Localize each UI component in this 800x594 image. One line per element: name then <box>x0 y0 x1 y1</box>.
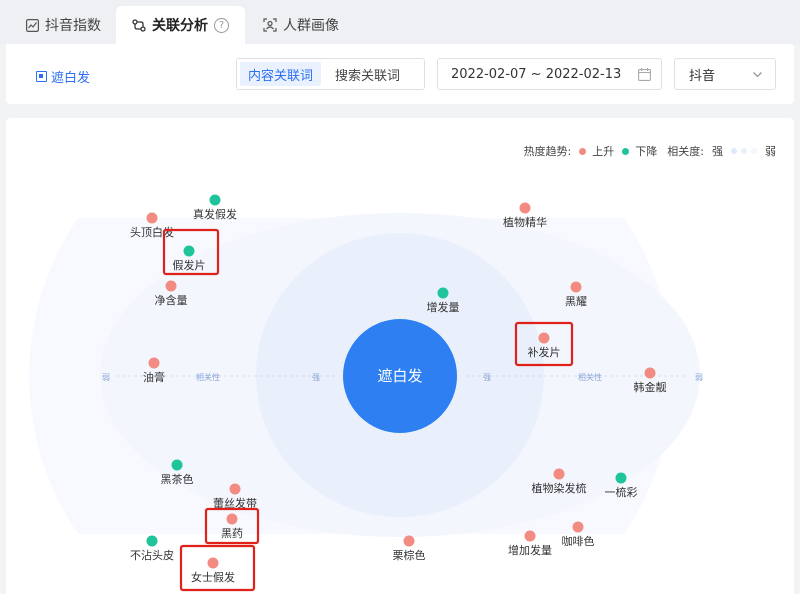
fall-dot-icon <box>171 459 183 471</box>
relation-graph-panel: 热度趋势: 上升 下降 相关度: 强 弱 弱 相关性 强 强 相关性 弱 遮白发… <box>6 118 794 594</box>
keyword-node-label: 植物精华 <box>503 215 547 229</box>
keyword-node-label: 增发量 <box>427 300 460 314</box>
tab-relation-analysis[interactable]: 关联分析 ? <box>116 6 245 44</box>
user-scan-icon <box>263 18 277 32</box>
rise-dot-icon <box>226 513 238 525</box>
keyword-node-label: 不沾头皮 <box>130 548 174 562</box>
axis-strong-left: 强 <box>312 373 320 382</box>
tab-bar: 抖音指数 关联分析 ? 人群画像 <box>0 0 800 44</box>
center-label: 遮白发 <box>377 367 422 385</box>
content-related-words-button[interactable]: 内容关联词 <box>240 62 322 86</box>
checkbox-icon <box>36 71 47 82</box>
keyword-node-label: 头顶白发 <box>130 225 174 239</box>
platform-select[interactable]: 抖音 <box>674 58 776 90</box>
fall-dot-icon <box>146 535 158 547</box>
help-icon[interactable]: ? <box>214 17 229 33</box>
keyword-node[interactable]: 植物精华 <box>503 202 547 230</box>
rise-dot-icon <box>148 357 160 369</box>
keyword-node[interactable]: 增加发量 <box>508 530 552 558</box>
rise-dot-icon <box>644 367 656 379</box>
rise-dot-icon <box>207 557 219 569</box>
tab-douyin-index[interactable]: 抖音指数 <box>26 6 101 44</box>
keyword-node-label: 黑耀 <box>565 295 587 308</box>
keyword-node-label: 一梳彩 <box>605 485 638 499</box>
tab-relation-analysis-label: 关联分析 <box>152 18 208 34</box>
rise-dot-icon <box>570 281 582 293</box>
rise-dot-icon <box>229 483 241 495</box>
search-related-words-button[interactable]: 搜索关联词 <box>327 62 408 86</box>
axis-weak-left: 弱 <box>102 373 110 382</box>
relation-icon <box>132 18 146 32</box>
axis-weak-right: 弱 <box>695 373 703 382</box>
keyword-node-label: 女士假发 <box>191 570 235 584</box>
fall-dot-icon <box>209 194 221 206</box>
rise-dot-icon <box>572 521 584 533</box>
rise-dot-icon <box>538 332 550 344</box>
center-node[interactable]: 遮白发 <box>343 319 457 433</box>
keyword-node-label: 咖啡色 <box>562 534 595 548</box>
keyword-node-label: 黑药 <box>221 527 243 540</box>
keyword-node-label: 增加发量 <box>508 543 552 557</box>
rise-dot-icon <box>524 530 536 542</box>
calendar-icon <box>638 68 651 81</box>
keyword-tag[interactable]: 遮白发 <box>36 67 90 86</box>
filter-bar: 遮白发 内容关联词 搜索关联词 2022-02-07 ~ 2022-02-13 … <box>6 44 794 104</box>
keyword-label: 遮白发 <box>51 71 91 86</box>
keyword-node-label: 韩金靓 <box>634 380 667 394</box>
keyword-node[interactable]: 真发假发 <box>193 194 237 222</box>
trend-chart-icon <box>26 18 39 32</box>
keyword-node-label: 补发片 <box>528 345 561 359</box>
keyword-node[interactable]: 不沾头皮 <box>130 535 174 563</box>
rise-dot-icon <box>403 535 415 547</box>
date-range-picker[interactable]: 2022-02-07 ~ 2022-02-13 <box>437 58 662 90</box>
rise-dot-icon <box>553 468 565 480</box>
keyword-node-label: 假发片 <box>173 258 206 272</box>
tab-crowd-profile-label: 人群画像 <box>283 18 339 34</box>
fall-dot-icon <box>183 245 195 257</box>
axis-relevance-left: 相关性 <box>196 372 220 382</box>
keyword-node-label: 净含量 <box>155 293 188 307</box>
keyword-node-label: 油膏 <box>143 370 165 384</box>
fall-dot-icon <box>615 472 627 484</box>
axis-relevance-right: 相关性 <box>578 372 602 382</box>
tab-crowd-profile[interactable]: 人群画像 <box>263 6 339 44</box>
keyword-node-label: 真发假发 <box>193 207 237 221</box>
axis-strong-right: 强 <box>483 373 491 382</box>
word-type-switch: 内容关联词 搜索关联词 <box>236 58 425 90</box>
keyword-node-label: 栗棕色 <box>393 548 426 562</box>
platform-value: 抖音 <box>689 68 716 84</box>
keyword-node[interactable]: 栗棕色 <box>393 535 426 563</box>
chevron-down-icon <box>753 72 762 78</box>
keyword-node-label: 植物染发梳 <box>532 481 587 495</box>
fall-dot-icon <box>437 287 449 299</box>
tab-douyin-index-label: 抖音指数 <box>45 18 101 34</box>
keyword-node[interactable]: 女士假发 <box>179 544 256 592</box>
rise-dot-icon <box>519 202 531 214</box>
rise-dot-icon <box>146 212 158 224</box>
keyword-node[interactable]: 头顶白发 <box>130 212 174 240</box>
relation-graph: 弱 相关性 强 强 相关性 弱 遮白发 真发假发头顶白发假发片净含量油膏 植物精华… <box>29 194 703 592</box>
keyword-node-label: 黑茶色 <box>161 472 194 486</box>
rise-dot-icon <box>165 280 177 292</box>
date-range-value: 2022-02-07 ~ 2022-02-13 <box>451 66 622 82</box>
